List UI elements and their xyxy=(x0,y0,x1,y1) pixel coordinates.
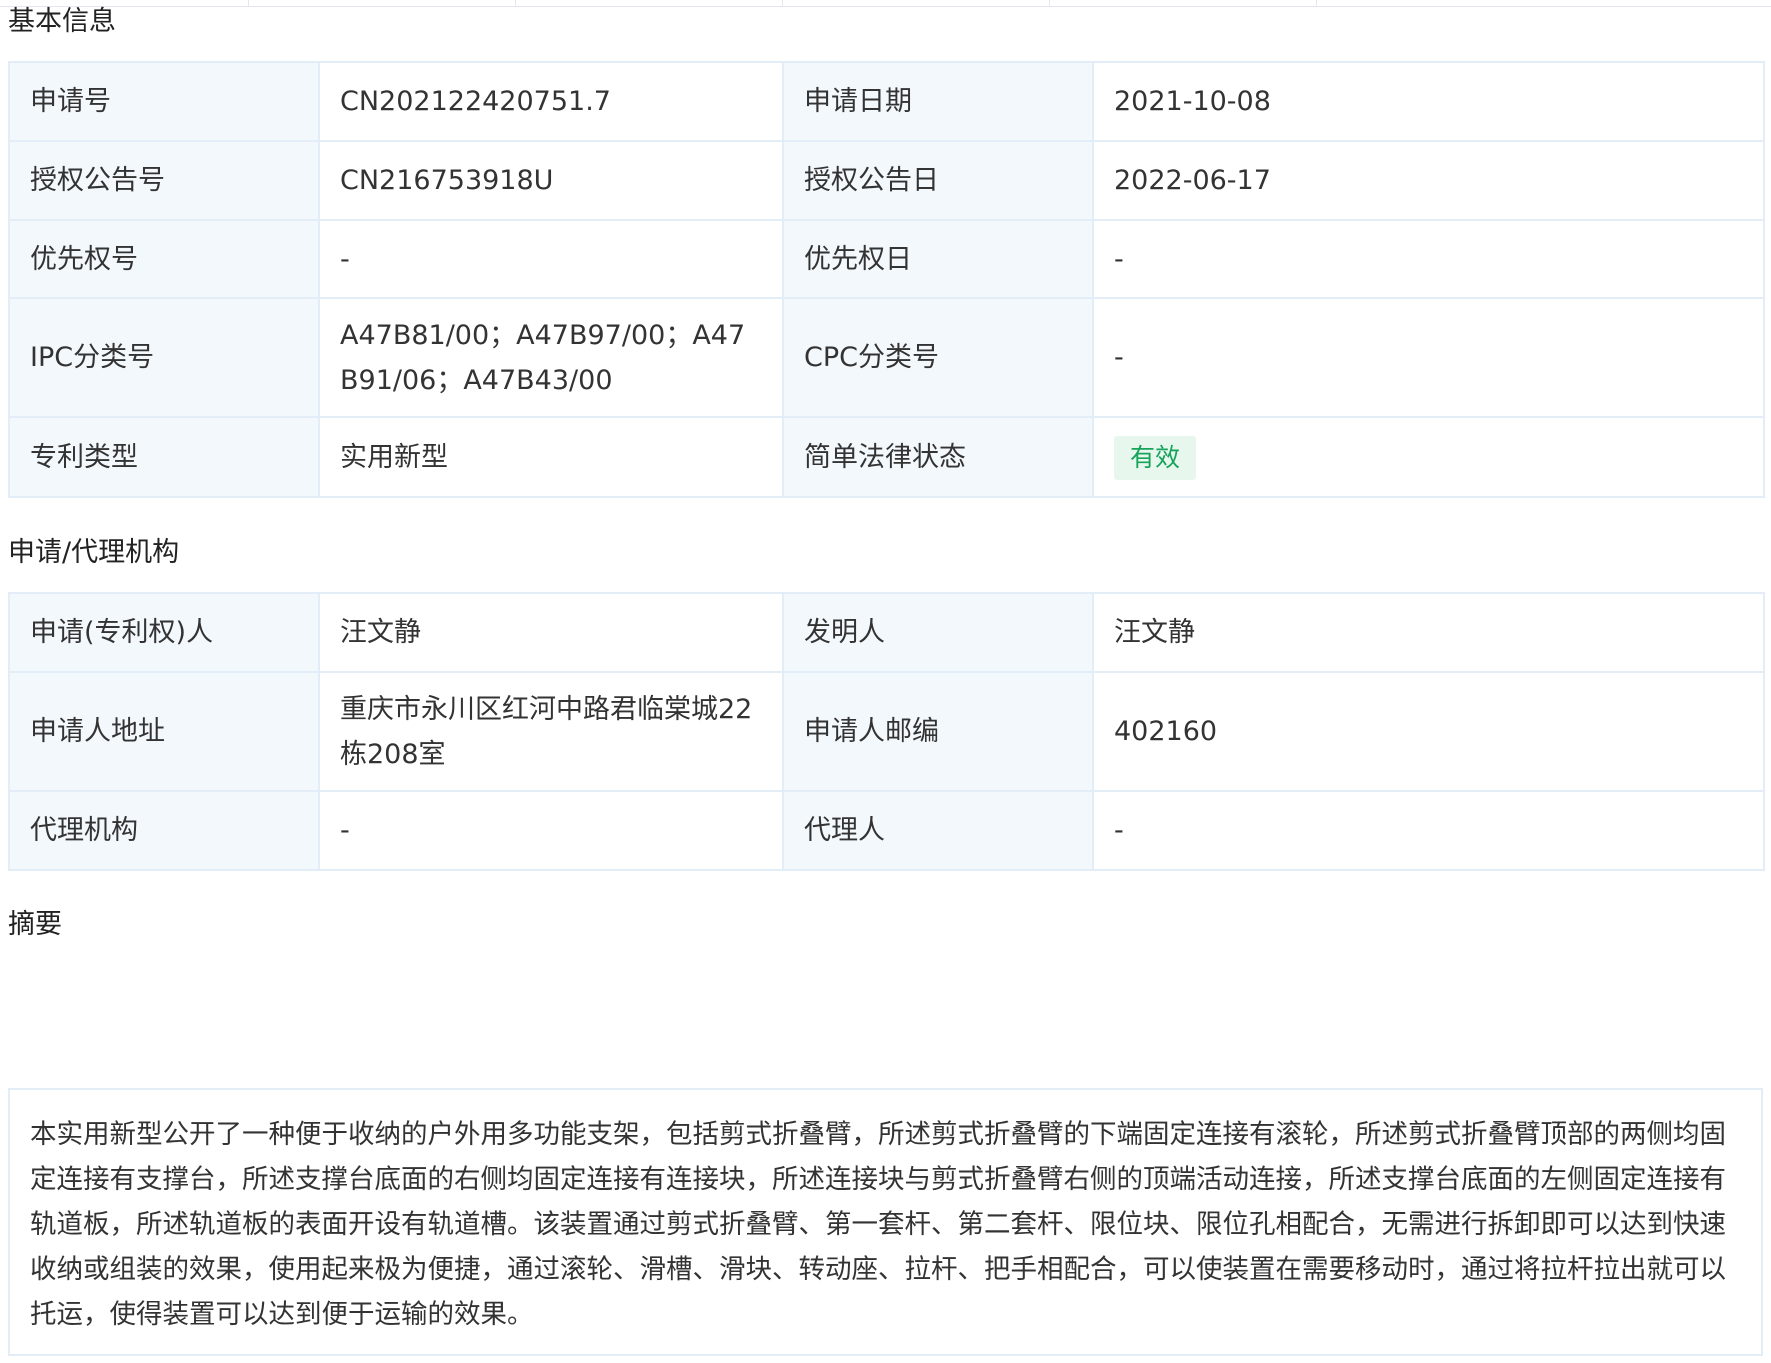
field-label: 授权公告日 xyxy=(782,140,1094,221)
table-row: 申请号 CN202122420751.7 申请日期 2021-10-08 xyxy=(8,61,1765,142)
applicant-address: 重庆市永川区红河中路君临棠城22栋208室 xyxy=(318,671,784,792)
field-label: 申请日期 xyxy=(782,61,1094,142)
field-label: 申请(专利权)人 xyxy=(8,592,320,673)
field-label: 代理机构 xyxy=(8,790,320,871)
field-label: 优先权日 xyxy=(782,219,1094,299)
field-label: 专利类型 xyxy=(8,416,320,498)
field-label: 发明人 xyxy=(782,592,1094,673)
application-number: CN202122420751.7 xyxy=(318,61,784,142)
section-title-applicant-agency: 申请/代理机构 xyxy=(8,537,180,568)
table-row: 优先权号 - 优先权日 - xyxy=(8,219,1765,299)
applicant-name: 汪文静 xyxy=(318,592,784,673)
ipc-classification: A47B81/00；A47B97/00；A47B91/06；A47B43/00 xyxy=(318,297,784,418)
table-row: 代理机构 - 代理人 - xyxy=(8,790,1765,871)
field-label: IPC分类号 xyxy=(8,297,320,418)
patent-type: 实用新型 xyxy=(318,416,784,498)
applicant-agency-table: 申请(专利权)人 汪文静 发明人 汪文静 申请人地址 重庆市永川区红河中路君临棠… xyxy=(8,592,1765,871)
agent-name: - xyxy=(1092,790,1765,871)
grant-publication-date: 2022-06-17 xyxy=(1092,140,1765,221)
table-row: 专利类型 实用新型 简单法律状态 有效 xyxy=(8,416,1765,498)
agency-name: - xyxy=(318,790,784,871)
grant-publication-number: CN216753918U xyxy=(318,140,784,221)
legal-status-cell: 有效 xyxy=(1092,416,1765,498)
field-label: 申请人邮编 xyxy=(782,671,1094,792)
table-row: IPC分类号 A47B81/00；A47B97/00；A47B91/06；A47… xyxy=(8,297,1765,418)
field-label: 优先权号 xyxy=(8,219,320,299)
inventor-name: 汪文静 xyxy=(1092,592,1765,673)
top-divider xyxy=(0,0,1771,7)
field-label: 申请人地址 xyxy=(8,671,320,792)
section-title-basic-info: 基本信息 xyxy=(8,6,116,37)
status-badge: 有效 xyxy=(1114,435,1197,480)
cpc-classification: - xyxy=(1092,297,1765,418)
applicant-postcode: 402160 xyxy=(1092,671,1765,792)
table-row: 申请人地址 重庆市永川区红河中路君临棠城22栋208室 申请人邮编 402160 xyxy=(8,671,1765,792)
section-title-abstract: 摘要 xyxy=(8,909,62,940)
priority-number: - xyxy=(318,219,784,299)
field-label: 申请号 xyxy=(8,61,320,142)
field-label: CPC分类号 xyxy=(782,297,1094,418)
field-label: 代理人 xyxy=(782,790,1094,871)
basic-info-table: 申请号 CN202122420751.7 申请日期 2021-10-08 授权公… xyxy=(8,61,1765,498)
priority-date: - xyxy=(1092,219,1765,299)
application-date: 2021-10-08 xyxy=(1092,61,1765,142)
field-label: 简单法律状态 xyxy=(782,416,1094,498)
table-row: 申请(专利权)人 汪文静 发明人 汪文静 xyxy=(8,592,1765,673)
abstract-text: 本实用新型公开了一种便于收纳的户外用多功能支架，包括剪式折叠臂，所述剪式折叠臂的… xyxy=(8,1088,1763,1356)
table-row: 授权公告号 CN216753918U 授权公告日 2022-06-17 xyxy=(8,140,1765,221)
field-label: 授权公告号 xyxy=(8,140,320,221)
